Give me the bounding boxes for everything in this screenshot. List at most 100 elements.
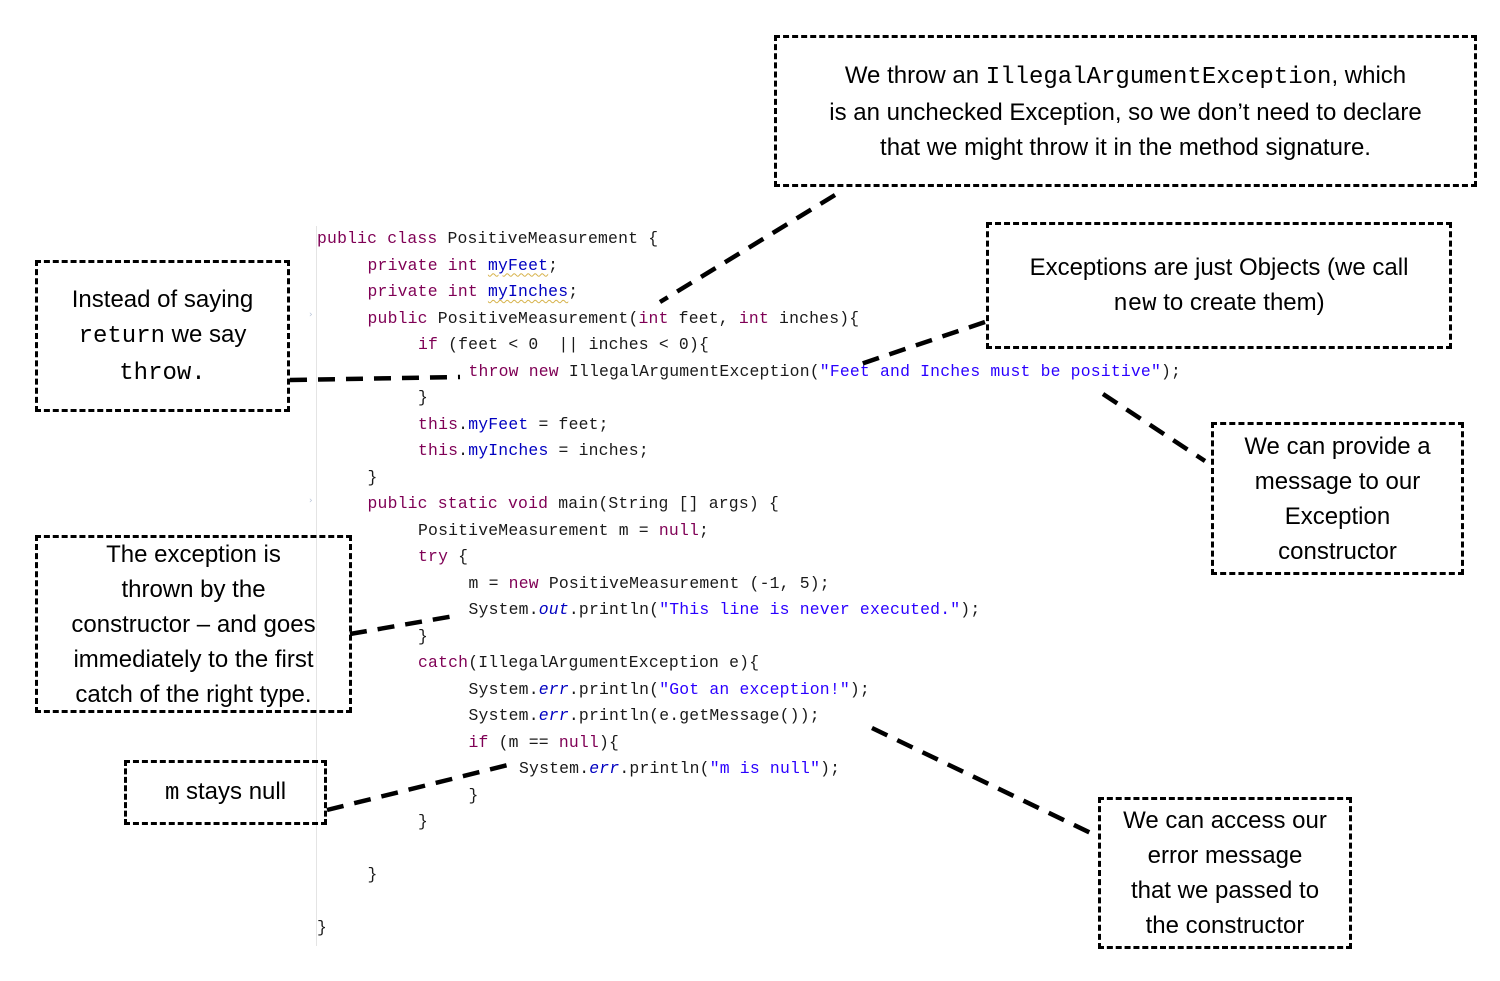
code-line: }	[418, 624, 428, 650]
code-token: .println(	[619, 759, 710, 778]
code-token: System.	[468, 706, 539, 725]
code-token: myInches	[487, 282, 569, 301]
code-token: {	[458, 547, 469, 566]
code-token: (feet < 0 || inches < 0){	[448, 335, 710, 354]
code-line: public static void main(String [] args) …	[368, 491, 779, 517]
code-token: }	[468, 785, 479, 805]
code-token: System.	[519, 759, 590, 778]
callout-code: IllegalArgumentException	[985, 63, 1332, 91]
code-token: PositiveMeasurement (-1, 5);	[548, 573, 830, 593]
callout-text: stays null	[179, 778, 287, 805]
code-line: }	[418, 385, 428, 411]
code-token: ){	[598, 732, 620, 752]
code-line: }	[317, 915, 327, 941]
code-token: catch	[418, 653, 469, 672]
code-line: if (feet < 0 || inches < 0){	[418, 332, 709, 358]
code-token: "Got an exception!"	[659, 679, 850, 699]
fold-marker-icon[interactable]: ›	[309, 496, 315, 506]
callout-exceptions-are-objects: Exceptions are just Objects (we call new…	[986, 222, 1452, 349]
code-line: }	[368, 465, 378, 491]
callout-text: thrown by the	[121, 575, 266, 603]
code-token: PositiveMeasurement m =	[418, 520, 659, 540]
code-token: try	[418, 547, 459, 566]
callout-text: We can provide a	[1244, 432, 1431, 460]
code-line: this.myInches = inches;	[418, 438, 649, 464]
code-token: (IllegalArgumentException e){	[468, 653, 760, 672]
code-line: public class PositiveMeasurement {	[317, 226, 658, 252]
code-token: main(String [] args) {	[558, 494, 779, 513]
code-token: private int	[367, 282, 488, 301]
callout-text: constructor	[1278, 537, 1397, 565]
callout-get-message: We can access our error message that we …	[1098, 797, 1352, 949]
code-token: new	[508, 573, 549, 593]
code-token: }	[317, 918, 328, 937]
code-token: myInches	[468, 441, 549, 460]
code-token: System.	[468, 679, 539, 699]
code-token: }	[418, 626, 429, 646]
callout-text: error message	[1147, 842, 1303, 869]
code-token: .	[458, 441, 469, 460]
code-line: m = new PositiveMeasurement (-1, 5);	[469, 571, 830, 597]
code-line: catch(IllegalArgumentException e){	[418, 650, 759, 676]
code-token: PositiveMeasurement(	[437, 308, 639, 328]
code-token: null	[558, 732, 599, 752]
code-token: ;	[568, 282, 579, 301]
code-token: if	[418, 335, 449, 354]
callout-m-stays-null: m stays null	[124, 760, 327, 825]
code-token: );	[820, 759, 841, 778]
code-token: private int	[367, 255, 488, 275]
code-line: try {	[418, 544, 468, 570]
code-token: m =	[468, 573, 509, 593]
code-token: myFeet	[468, 414, 529, 434]
callout-code: new	[1113, 290, 1157, 318]
code-token: System.	[468, 600, 539, 619]
code-token: out	[538, 600, 569, 619]
code-token: }	[418, 812, 429, 831]
code-token: (m ==	[498, 732, 559, 752]
callout-text: that we might throw it in the method sig…	[880, 133, 1371, 161]
callout-code: m	[164, 780, 180, 807]
code-token: if	[468, 732, 499, 752]
code-token: myFeet	[487, 255, 549, 275]
callout-text: to create them)	[1156, 288, 1325, 316]
code-token: ;	[548, 255, 559, 275]
code-token: this	[418, 441, 459, 460]
code-token: .println(e.getMessage());	[568, 706, 820, 725]
code-token: );	[960, 600, 981, 619]
callout-code: return	[78, 322, 166, 350]
callout-text: constructor – and goes	[71, 610, 316, 638]
code-token: );	[1161, 361, 1182, 381]
code-token: err	[538, 706, 569, 725]
callout-text: We can access our	[1123, 807, 1327, 834]
code-line: System.out.println("This line is never e…	[469, 597, 981, 623]
code-line: public PositiveMeasurement(int feet, int…	[368, 306, 860, 332]
code-token: }	[367, 467, 378, 487]
code-line: System.err.println("Got an exception!");	[469, 677, 870, 703]
callout-text: Exceptions are just Objects (we call	[1029, 253, 1409, 281]
callout-text: catch of the right type.	[75, 680, 312, 708]
code-line: }	[469, 783, 479, 809]
callout-text: that we passed to	[1130, 877, 1320, 904]
code-token: err	[589, 759, 620, 778]
callout-text: immediately to the first	[73, 645, 314, 673]
code-token: }	[367, 865, 378, 884]
code-token: "This line is never executed."	[659, 600, 961, 619]
fold-marker-icon[interactable]: ›	[309, 310, 315, 320]
code-line: private int myInches;	[368, 279, 579, 305]
code-token: );	[849, 679, 870, 699]
callout-text: The exception is	[106, 540, 281, 568]
code-token: }	[418, 388, 429, 407]
callout-catch-flow: The exception is thrown by the construct…	[35, 535, 352, 713]
code-token: = feet;	[528, 414, 609, 434]
code-token: err	[538, 679, 569, 699]
callout-exception-message: We can provide a message to our Exceptio…	[1211, 422, 1464, 575]
code-line: }	[418, 809, 428, 835]
code-line: System.err.println("m is null");	[519, 756, 840, 782]
callout-code: throw.	[119, 359, 206, 387]
code-line: private int myFeet;	[368, 253, 559, 279]
callout-text: is an unchecked Exception, so we don’t n…	[829, 98, 1422, 126]
code-token: inches){	[779, 308, 860, 328]
code-token: PositiveMeasurement {	[447, 229, 659, 248]
callout-text: We throw an	[844, 61, 986, 89]
callout-text: Exception	[1284, 502, 1391, 530]
